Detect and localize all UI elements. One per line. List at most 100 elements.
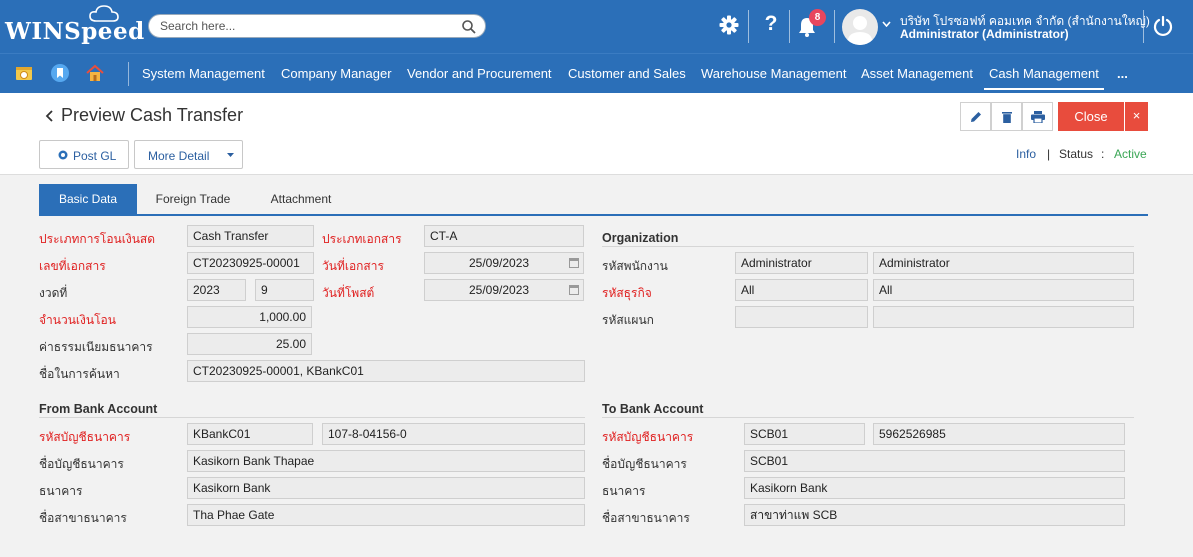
menu-cash-management[interactable]: Cash Management <box>984 54 1104 90</box>
delete-button[interactable] <box>991 102 1022 131</box>
pencil-icon <box>971 112 981 122</box>
to-bank-title: To Bank Account <box>602 402 704 416</box>
status-badge: Active <box>1114 147 1147 161</box>
calendar-icon[interactable] <box>569 257 579 268</box>
doc-date-label: วันที่เอกสาร <box>322 259 384 273</box>
menu-customer-sales[interactable]: Customer and Sales <box>568 54 686 93</box>
menu-warehouse-management[interactable]: Warehouse Management <box>701 54 847 93</box>
from-bank-title: From Bank Account <box>39 402 158 416</box>
period-label: งวดที่ <box>39 286 68 300</box>
doc-no-field[interactable]: CT20230925-00001 <box>187 252 314 274</box>
menu-asset-management[interactable]: Asset Management <box>861 54 973 93</box>
doc-type-field[interactable]: CT-A <box>424 225 584 247</box>
from-branch-label: ชื่อสาขาธนาคาร <box>39 511 127 525</box>
employee-name-field[interactable]: Administrator <box>873 252 1134 274</box>
business-code-field[interactable]: All <box>735 279 868 301</box>
menu-company-manager[interactable]: Company Manager <box>281 54 392 93</box>
doc-date-field[interactable]: 25/09/2023 <box>424 252 584 274</box>
from-account-code-label: รหัสบัญชีธนาคาร <box>39 430 131 444</box>
user-name: Administrator (Administrator) <box>900 27 1069 41</box>
amount-label: จำนวนเงินโอน <box>39 313 116 327</box>
to-branch-field[interactable]: สาขาท่าแพ SCB <box>744 504 1125 526</box>
tab-attachment[interactable]: Attachment <box>250 184 352 215</box>
from-account-name-label: ชื่อบัญชีธนาคาร <box>39 457 124 471</box>
chevron-down-icon[interactable] <box>882 21 891 27</box>
menu-more[interactable]: ... <box>1117 54 1128 93</box>
top-header: WINSpeed ? 8 บริษัท โปรซอฟท์ คอมเท <box>0 0 1193 53</box>
notification-badge: 8 <box>809 9 826 26</box>
more-detail-button[interactable]: More Detail <box>134 140 243 169</box>
transfer-type-field[interactable]: Cash Transfer <box>187 225 314 247</box>
department-name-field[interactable] <box>873 306 1134 328</box>
close-button[interactable]: Close <box>1058 102 1124 131</box>
post-icon <box>58 150 68 160</box>
post-date-field[interactable]: 25/09/2023 <box>424 279 584 301</box>
back-chevron-icon[interactable] <box>45 109 55 123</box>
employee-label: รหัสพนักงาน <box>602 259 668 273</box>
gear-icon[interactable] <box>718 14 740 36</box>
info-link[interactable]: Info <box>1016 147 1036 161</box>
main-menu: System Management Company Manager Vendor… <box>0 53 1193 93</box>
employee-code-field[interactable]: Administrator <box>735 252 868 274</box>
to-account-code-label: รหัสบัญชีธนาคาร <box>602 430 694 444</box>
edit-button[interactable] <box>960 102 991 131</box>
caret-down-icon <box>227 153 234 157</box>
avatar[interactable] <box>842 9 878 45</box>
search-input[interactable] <box>160 19 450 33</box>
to-branch-label: ชื่อสาขาธนาคาร <box>602 511 690 525</box>
close-x-button[interactable]: × <box>1125 102 1148 131</box>
to-account-code-field[interactable]: SCB01 <box>744 423 865 445</box>
tab-foreign-trade[interactable]: Foreign Trade <box>140 184 246 215</box>
menu-vendor-procurement[interactable]: Vendor and Procurement <box>407 54 552 93</box>
calendar-clock-icon[interactable] <box>14 63 34 83</box>
to-account-no-field[interactable]: 5962526985 <box>873 423 1125 445</box>
print-button[interactable] <box>1022 102 1053 131</box>
period-month-field[interactable]: 9 <box>255 279 314 301</box>
status-label: Status <box>1059 147 1094 161</box>
doc-type-label: ประเภทเอกสาร <box>322 232 402 246</box>
home-icon[interactable] <box>85 63 105 83</box>
business-name-field[interactable]: All <box>873 279 1134 301</box>
post-gl-button[interactable]: Post GL <box>39 140 129 169</box>
to-bank-label: ธนาคาร <box>602 484 646 498</box>
to-account-name-field[interactable]: SCB01 <box>744 450 1125 472</box>
from-account-no-field[interactable]: 107-8-04156-0 <box>322 423 585 445</box>
search-name-field[interactable]: CT20230925-00001, KBankC01 <box>187 360 585 382</box>
department-code-field[interactable] <box>735 306 868 328</box>
bookmark-icon[interactable] <box>50 63 70 83</box>
page-title: Preview Cash Transfer <box>61 105 244 125</box>
from-account-name-field[interactable]: Kasikorn Bank Thapae <box>187 450 585 472</box>
to-bank-field[interactable]: Kasikorn Bank <box>744 477 1125 499</box>
from-bank-label: ธนาคาร <box>39 484 83 498</box>
info-separator: | <box>1047 147 1051 161</box>
more-detail-label: More Detail <box>148 149 210 163</box>
power-icon[interactable] <box>1152 15 1174 37</box>
fee-field[interactable]: 25.00 <box>187 333 312 355</box>
period-year-field[interactable]: 2023 <box>187 279 246 301</box>
calendar-icon[interactable] <box>569 284 579 295</box>
help-icon[interactable]: ? <box>763 12 779 38</box>
from-branch-field[interactable]: Tha Phae Gate <box>187 504 585 526</box>
fee-label: ค่าธรรมเนียมธนาคาร <box>39 340 153 354</box>
printer-icon <box>1031 111 1045 123</box>
search-icon[interactable] <box>461 19 477 35</box>
amount-field[interactable]: 1,000.00 <box>187 306 312 328</box>
tab-underline <box>39 214 1148 216</box>
from-account-code-field[interactable]: KBankC01 <box>187 423 313 445</box>
organization-title: Organization <box>602 231 679 245</box>
app-logo[interactable]: WINSpeed <box>5 18 145 45</box>
content-area <box>0 174 1193 557</box>
transfer-type-label: ประเภทการโอนเงินสด <box>39 232 156 246</box>
trash-icon <box>1002 112 1012 123</box>
to-account-name-label: ชื่อบัญชีธนาคาร <box>602 457 687 471</box>
menu-system-management[interactable]: System Management <box>142 54 265 93</box>
search-name-label: ชื่อในการค้นหา <box>39 367 120 381</box>
post-date-value: 25/09/2023 <box>469 283 530 297</box>
status-colon: : <box>1101 147 1105 161</box>
business-label: รหัสธุรกิจ <box>602 286 652 300</box>
user-icon <box>847 16 873 45</box>
tab-basic-data[interactable]: Basic Data <box>39 184 137 215</box>
from-bank-field[interactable]: Kasikorn Bank <box>187 477 585 499</box>
post-gl-label: Post GL <box>73 149 117 163</box>
search-box[interactable] <box>148 14 486 38</box>
